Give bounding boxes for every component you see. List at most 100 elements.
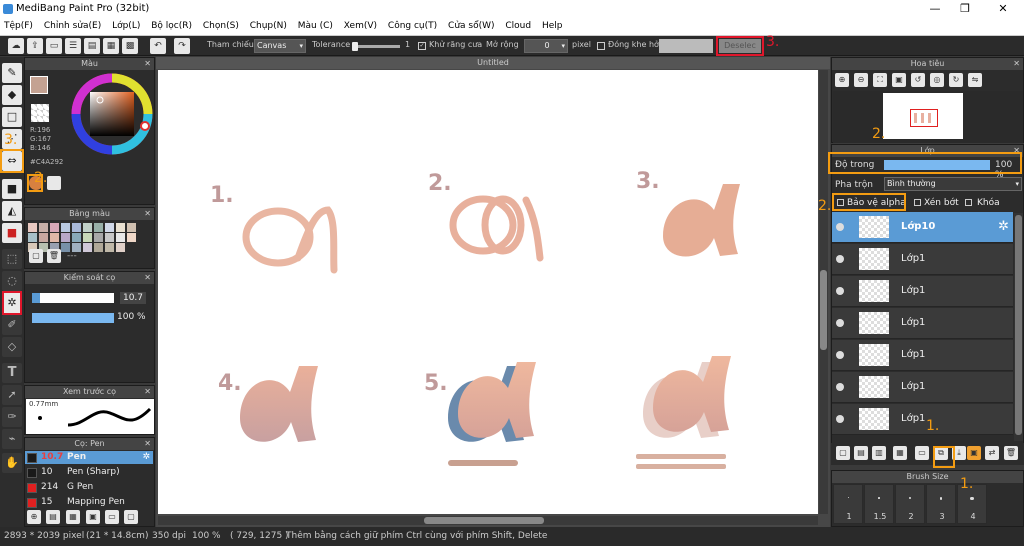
folder-brush-icon[interactable]: ▭: [105, 510, 119, 524]
layer-row[interactable]: Lớp1: [832, 244, 1013, 275]
zoom-out-icon[interactable]: ⊖: [854, 73, 868, 87]
select-pen-tool-icon[interactable]: ✐: [2, 315, 22, 335]
share-icon[interactable]: ⇪: [27, 38, 43, 54]
visibility-eye-icon[interactable]: [836, 319, 844, 327]
import-brush-icon[interactable]: ▣: [86, 510, 100, 524]
redo-icon[interactable]: ↷: [174, 38, 190, 54]
menu-color[interactable]: Màu (C): [294, 18, 337, 35]
menu-layer[interactable]: Lớp(L): [108, 18, 144, 35]
palette-swatch[interactable]: [61, 233, 70, 242]
brush-size-slider[interactable]: [32, 293, 114, 303]
palette-swatch[interactable]: [83, 223, 92, 232]
palette-swatch[interactable]: [105, 233, 114, 242]
layer-scrollbar[interactable]: [1014, 213, 1023, 441]
palette-swatch[interactable]: [105, 223, 114, 232]
palette-swatch[interactable]: [39, 233, 48, 242]
palette-swatch[interactable]: [50, 223, 59, 232]
palette-swatch[interactable]: [39, 223, 48, 232]
menu-help[interactable]: Help: [538, 18, 567, 35]
brush-item[interactable]: 10.7 Pen ✲: [25, 451, 153, 464]
layer-property-icon[interactable]: ▣: [967, 446, 981, 460]
menu-window[interactable]: Cửa sổ(W): [444, 18, 498, 35]
zoom-in-icon[interactable]: ⊕: [835, 73, 849, 87]
delete-palette-icon[interactable]: 🗑: [47, 249, 61, 263]
palette-swatch[interactable]: [83, 243, 92, 252]
brush-item[interactable]: 15 Mapping Pen: [25, 496, 153, 509]
palette-swatch[interactable]: [28, 223, 37, 232]
menu-tools[interactable]: Công cụ(T): [384, 18, 441, 35]
fit-icon[interactable]: ⛶: [873, 73, 887, 87]
delete-layer-icon[interactable]: 🗑: [1004, 446, 1018, 460]
brush-tool-icon[interactable]: ✎: [2, 63, 22, 83]
layer-move-icon[interactable]: ⇄: [985, 446, 999, 460]
rotate-left-icon[interactable]: ↺: [911, 73, 925, 87]
select-rect-tool-icon[interactable]: ⬚: [2, 249, 22, 269]
brush-size-value[interactable]: 10.7: [120, 292, 146, 304]
layer-row[interactable]: Lớp1: [832, 340, 1013, 371]
maximize-button[interactable]: ❐: [950, 0, 980, 18]
antialias-checkbox[interactable]: ✓: [418, 42, 426, 50]
palette-swatch[interactable]: [105, 243, 114, 252]
chat-icon[interactable]: ☰: [65, 38, 81, 54]
reference-select[interactable]: Canvas: [254, 39, 306, 53]
divide-tool-icon[interactable]: ✑: [2, 407, 22, 427]
tolerance-slider[interactable]: [352, 45, 400, 48]
canvas-tab[interactable]: Untitled: [156, 57, 830, 69]
minimize-button[interactable]: —: [920, 0, 950, 18]
add-layer-menu-icon[interactable]: ▦: [893, 446, 907, 460]
palette-swatch[interactable]: [94, 223, 103, 232]
menu-edit[interactable]: Chỉnh sửa(E): [40, 18, 105, 35]
palette-swatch[interactable]: [50, 233, 59, 242]
rotate-reset-icon[interactable]: ◎: [930, 73, 944, 87]
cloud-icon[interactable]: ☁: [8, 38, 24, 54]
bucket-tool-icon[interactable]: ◭: [2, 201, 22, 221]
palette-swatch[interactable]: [61, 223, 70, 232]
visibility-eye-icon[interactable]: [836, 255, 844, 263]
horizontal-scrollbar[interactable]: [158, 516, 818, 525]
layer-row[interactable]: Lớp10 ✲: [832, 212, 1013, 243]
brush-size-cell[interactable]: 2: [895, 484, 925, 524]
menu-filter[interactable]: Bộ lọc(R): [147, 18, 196, 35]
palette-swatch[interactable]: [72, 233, 81, 242]
comment-icon[interactable]: ▭: [46, 38, 62, 54]
palette-swatch[interactable]: [94, 233, 103, 242]
foreground-color-swatch[interactable]: [30, 76, 48, 94]
menu-select[interactable]: Chọn(S): [199, 18, 243, 35]
menu-view[interactable]: Xem(V): [340, 18, 381, 35]
menu-snap[interactable]: Chụp(N): [246, 18, 291, 35]
layer-settings-gear-icon[interactable]: ✲: [998, 219, 1009, 234]
palette-swatch[interactable]: [116, 243, 125, 252]
palette-mode-icon[interactable]: [47, 176, 61, 190]
actual-size-icon[interactable]: ▣: [892, 73, 906, 87]
operation-tool-icon[interactable]: ➚: [2, 385, 22, 405]
palette-swatch[interactable]: [94, 243, 103, 252]
add-brush-icon[interactable]: ⊕: [27, 510, 41, 524]
page-icon[interactable]: ▤: [84, 38, 100, 54]
canvas-paper[interactable]: 1. 2. 3. 4. 5.: [158, 70, 818, 514]
visibility-eye-icon[interactable]: [836, 351, 844, 359]
lock-checkbox[interactable]: [965, 199, 972, 206]
palette-swatch[interactable]: [83, 233, 92, 242]
folder-icon[interactable]: ▭: [915, 446, 929, 460]
undo-icon[interactable]: ↶: [150, 38, 166, 54]
color-wheel[interactable]: [70, 72, 154, 156]
menu-file[interactable]: Tệp(F): [0, 18, 37, 35]
layer-row[interactable]: Lớp1: [832, 276, 1013, 307]
lasso-tool-icon[interactable]: ◌: [2, 271, 22, 291]
brush-item[interactable]: 10 Pen (Sharp): [25, 466, 153, 479]
copy-brush-icon[interactable]: ▤: [46, 510, 60, 524]
blend-select[interactable]: Bình thường: [884, 177, 1022, 191]
menu-cloud[interactable]: Cloud: [501, 18, 535, 35]
navigator-preview[interactable]: [833, 91, 1023, 143]
rotate-right-icon[interactable]: ↻: [949, 73, 963, 87]
visibility-eye-icon[interactable]: [836, 415, 844, 423]
palette-swatch[interactable]: [127, 233, 136, 242]
vertical-scrollbar[interactable]: [819, 70, 828, 514]
close-button[interactable]: ✕: [988, 0, 1018, 18]
document-icon[interactable]: ▦: [103, 38, 119, 54]
select-eraser-tool-icon[interactable]: ◇: [2, 337, 22, 357]
hand-tool-icon[interactable]: ✋: [2, 453, 22, 473]
save-brush-icon[interactable]: ▢: [124, 510, 138, 524]
new-palette-icon[interactable]: ▢: [29, 249, 43, 263]
new-8bit-layer-icon[interactable]: ▥: [872, 446, 886, 460]
